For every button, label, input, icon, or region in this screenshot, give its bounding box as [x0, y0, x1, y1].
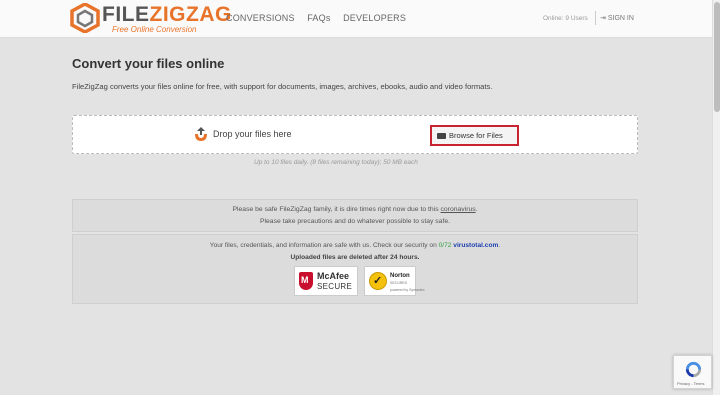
- file-dropzone[interactable]: Drop your files here Browse for Files: [72, 115, 638, 154]
- logo-text-part1: FILE: [102, 3, 150, 26]
- security-box: Your files, credentials, and information…: [72, 234, 638, 304]
- norton-secured-badge[interactable]: Norton SECURED powered by Symantec: [364, 266, 425, 296]
- page-scrollbar[interactable]: [712, 0, 720, 395]
- scrollbar-thumb[interactable]: [714, 2, 720, 112]
- norton-line3: powered by Symantec: [390, 288, 425, 292]
- upload-limit-note: Up to 10 files daily. (8 files remaining…: [254, 159, 418, 166]
- online-users-status: Online: 9 Users: [543, 15, 588, 22]
- norton-line2: SECURED: [390, 281, 408, 285]
- security-line1: Your files, credentials, and information…: [73, 242, 637, 249]
- main-nav: CONVERSIONS FAQs DEVELOPERS: [226, 13, 416, 23]
- nav-developers[interactable]: DEVELOPERS: [343, 13, 406, 23]
- header-divider: [595, 11, 596, 25]
- logo-mark-icon: [70, 3, 100, 33]
- logo-text-part2: ZIGZAG: [149, 3, 232, 26]
- mcafee-name: McAfee: [317, 271, 350, 281]
- signin-label: SIGN IN: [607, 15, 634, 22]
- nav-conversions[interactable]: CONVERSIONS: [226, 13, 295, 23]
- logo-subtitle: Free Online Conversion: [112, 25, 197, 34]
- logo-text: FILEZIGZAG: [102, 4, 232, 26]
- security-line1-end: .: [498, 242, 501, 249]
- notice-line1-end: .: [475, 206, 478, 213]
- browse-files-button[interactable]: Browse for Files: [430, 125, 519, 146]
- header-bar: FILEZIGZAG Free Online Conversion CONVER…: [0, 0, 712, 38]
- recaptcha-icon: [685, 361, 702, 378]
- notice-box: Please be safe FileZigZag family, it is …: [72, 199, 638, 232]
- page-description: FileZigZag converts your files online fo…: [72, 82, 493, 91]
- coronavirus-link[interactable]: coronavirus: [441, 206, 476, 213]
- signin-link[interactable]: ⇥ SIGN IN: [600, 14, 634, 22]
- signin-icon: ⇥: [600, 15, 606, 22]
- security-line1-text: Your files, credentials, and information…: [209, 242, 439, 249]
- folder-icon: [437, 133, 446, 139]
- mcafee-shield-icon: [299, 272, 313, 290]
- notice-line1-text: Please be safe FileZigZag family, it is …: [232, 206, 441, 213]
- virustotal-link[interactable]: virustotal.com: [453, 242, 498, 249]
- recaptcha-badge[interactable]: Privacy - Terms: [673, 355, 712, 389]
- norton-name: Norton: [390, 273, 410, 279]
- logo[interactable]: FILEZIGZAG Free Online Conversion: [70, 2, 231, 36]
- mcafee-tag: SECURE: [317, 282, 353, 291]
- browse-label: Browse for Files: [449, 131, 503, 140]
- notice-line1: Please be safe FileZigZag family, it is …: [73, 206, 637, 213]
- norton-check-icon: [369, 272, 387, 290]
- upload-drop-icon: [195, 127, 207, 141]
- nav-faqs[interactable]: FAQs: [307, 13, 330, 23]
- virustotal-score: 0/72: [438, 242, 452, 249]
- security-line2: Uploaded files are deleted after 24 hour…: [290, 254, 420, 261]
- recaptcha-terms[interactable]: Privacy - Terms: [677, 381, 704, 386]
- mcafee-secure-badge[interactable]: McAfee SECURE: [294, 266, 358, 296]
- drop-label: Drop your files here: [213, 129, 292, 139]
- notice-line2: Please take precautions and do whatever …: [259, 218, 451, 225]
- page-title: Convert your files online: [72, 56, 225, 71]
